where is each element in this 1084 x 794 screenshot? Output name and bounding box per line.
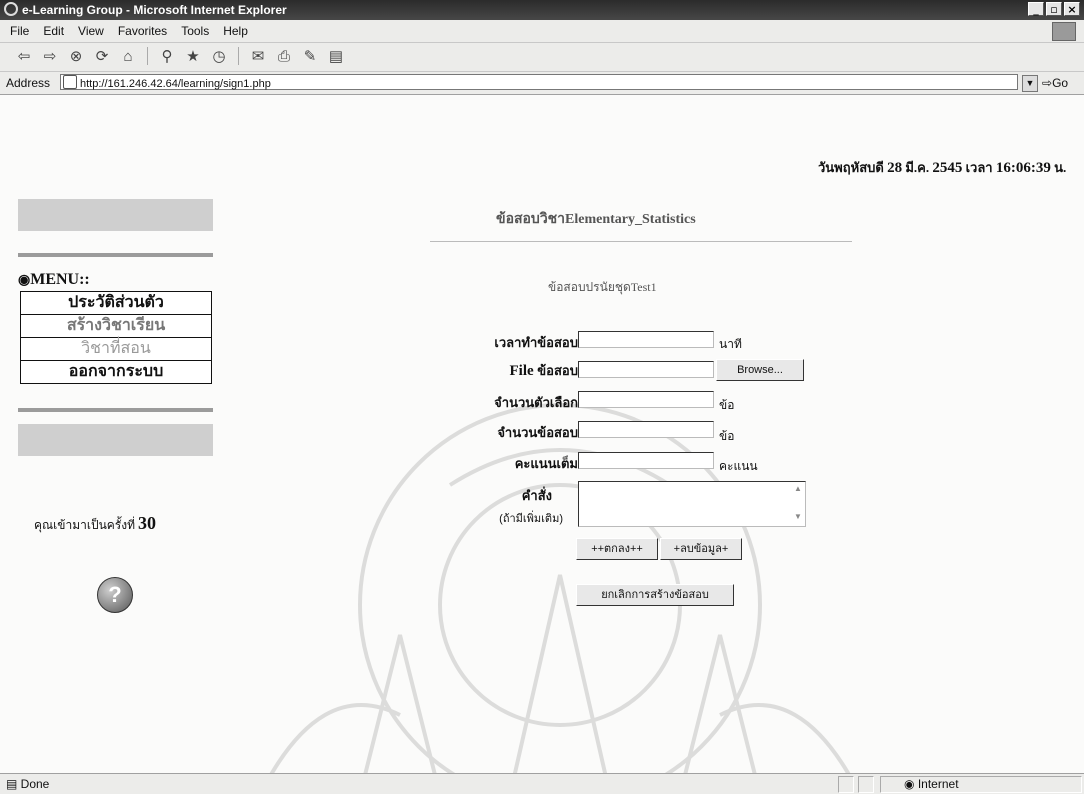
page-icon <box>63 75 77 89</box>
menu-tools[interactable]: Tools <box>181 24 209 38</box>
count-input[interactable] <box>578 421 714 438</box>
print-icon[interactable]: ⎙ <box>274 46 294 66</box>
exam-subtitle: ข้อสอบปรนัยชุดTest1 <box>548 280 657 294</box>
sidebar-item-courses-taught[interactable]: วิชาที่สอน <box>20 337 212 361</box>
instruction-hint: (ถ้ามีเพิ่มเติม) <box>499 513 563 525</box>
choices-label: จำนวนตัวเลือก <box>494 395 578 410</box>
address-dropdown-icon[interactable]: ▼ <box>1022 75 1038 92</box>
address-url: http://161.246.42.64/learning/sign1.php <box>80 78 271 90</box>
status-text: ▤ Done <box>6 777 50 791</box>
history-icon[interactable]: ◷ <box>209 46 229 66</box>
ok-button[interactable]: ++ตกลง++ <box>576 538 658 560</box>
sidebar-footer-band <box>18 424 213 456</box>
menu-view[interactable]: View <box>78 24 104 38</box>
file-input[interactable] <box>578 361 714 378</box>
time-label: เวลาทำข้อสอบ <box>494 335 578 350</box>
menu-help[interactable]: Help <box>223 24 248 38</box>
score-input[interactable] <box>578 452 714 469</box>
sidebar-divider <box>18 408 213 412</box>
choices-input[interactable] <box>578 391 714 408</box>
choices-unit: ข้อ <box>719 398 735 412</box>
back-icon[interactable]: ⇦ <box>14 46 34 66</box>
toolbar-separator <box>147 47 148 65</box>
menu-favorites[interactable]: Favorites <box>118 24 167 38</box>
clear-button[interactable]: +ลบข้อมูล+ <box>660 538 742 560</box>
instruction-label: คำสั่ง <box>521 488 552 503</box>
file-label: File ข้อสอบ <box>509 363 578 379</box>
favorites-icon[interactable]: ★ <box>183 46 203 66</box>
menu-edit[interactable]: Edit <box>43 24 64 38</box>
sidebar-item-create-course[interactable]: สร้างวิชาเรียน <box>20 314 212 338</box>
mail-icon[interactable]: ✉ <box>248 46 268 66</box>
address-input[interactable]: http://161.246.42.64/learning/sign1.php <box>60 74 1018 90</box>
title-divider <box>430 241 852 242</box>
course-title: ข้อสอบวิชาElementary_Statistics <box>496 212 696 227</box>
status-cell <box>858 776 874 793</box>
refresh-icon[interactable]: ⟳ <box>92 46 112 66</box>
ie-logo-icon <box>4 2 18 16</box>
stop-icon[interactable]: ⊗ <box>66 46 86 66</box>
scroll-down-icon[interactable]: ▼ <box>792 512 804 524</box>
title-bar: e-Learning Group - Microsoft Internet Ex… <box>0 0 1084 20</box>
scroll-up-icon[interactable]: ▲ <box>792 484 804 496</box>
maximize-button[interactable]: ▫ <box>1046 2 1062 16</box>
edit-icon[interactable]: ✎ <box>300 46 320 66</box>
page-content: วันพฤหัสบดี 28 มี.ค. 2545 เวลา 16:06:39 … <box>0 95 1084 773</box>
visit-counter: คุณเข้ามาเป็นครั้งที่ 30 <box>34 513 157 533</box>
menu-bar: File Edit View Favorites Tools Help <box>0 20 1084 43</box>
forward-icon[interactable]: ⇨ <box>40 46 60 66</box>
cancel-create-button[interactable]: ยกเลิกการสร้างข้อสอบ <box>576 584 734 606</box>
window-title: e-Learning Group - Microsoft Internet Ex… <box>22 3 287 17</box>
current-datetime: วันพฤหัสบดี 28 มี.ค. 2545 เวลา 16:06:39 … <box>818 160 1067 176</box>
minimize-button[interactable]: _ <box>1028 2 1044 16</box>
status-cell <box>838 776 854 793</box>
search-icon[interactable]: ⚲ <box>157 46 177 66</box>
sidebar-header-band <box>18 199 213 231</box>
home-icon[interactable]: ⌂ <box>118 46 138 66</box>
count-label: จำนวนข้อสอบ <box>497 425 578 440</box>
count-unit: ข้อ <box>719 429 735 443</box>
toolbar-separator <box>238 47 239 65</box>
sidebar-menu-title: ◉MENU:: <box>18 271 90 288</box>
sidebar-item-profile[interactable]: ประวัติส่วนตัว <box>20 291 212 315</box>
sidebar-item-logout[interactable]: ออกจากระบบ <box>20 360 212 384</box>
score-unit: คะแนน <box>719 459 758 473</box>
sidebar-menu: ประวัติส่วนตัว สร้างวิชาเรียน วิชาที่สอน… <box>20 291 212 384</box>
status-bar: ▤ Done ◉ Internet <box>0 773 1084 794</box>
globe-icon: ◉ <box>18 273 31 288</box>
globe-icon: ◉ <box>904 777 915 791</box>
time-unit: นาที <box>719 337 742 351</box>
help-icon[interactable]: ? <box>97 577 133 613</box>
menu-file[interactable]: File <box>10 24 29 38</box>
address-bar: Address http://161.246.42.64/learning/si… <box>0 72 1084 95</box>
score-label: คะแนนเต็ม <box>514 456 578 471</box>
internet-zone: ◉ Internet <box>904 777 959 791</box>
time-input[interactable] <box>578 331 714 348</box>
close-button[interactable]: × <box>1064 2 1080 16</box>
toolbar: ⇦ ⇨ ⊗ ⟳ ⌂ ⚲ ★ ◷ ✉ ⎙ ✎ ▤ <box>0 43 1084 72</box>
address-label: Address <box>6 76 51 90</box>
discuss-icon[interactable]: ▤ <box>326 46 346 66</box>
go-button[interactable]: ⇨Go <box>1042 76 1068 90</box>
windows-flag-icon <box>1052 22 1076 41</box>
sidebar-divider <box>18 253 213 257</box>
browse-button[interactable]: Browse... <box>716 359 804 381</box>
instruction-textarea[interactable]: ▲ ▼ <box>578 481 806 527</box>
